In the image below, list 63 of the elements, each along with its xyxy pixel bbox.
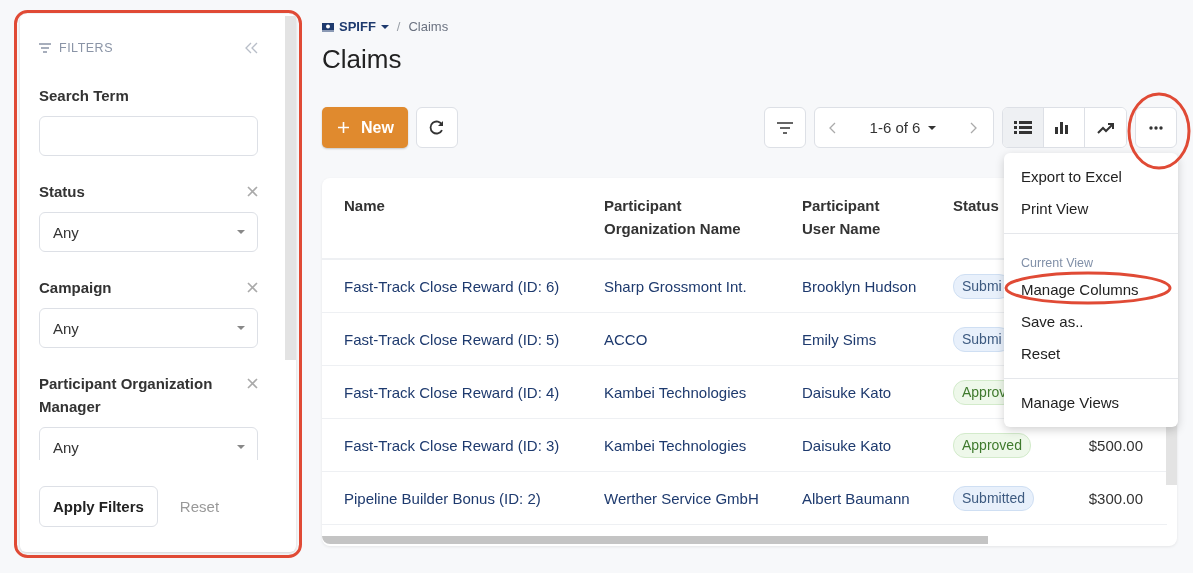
next-icon[interactable] <box>970 121 977 134</box>
page-title: Claims <box>322 43 403 75</box>
filter-label: Participant Organization Manager <box>39 374 214 417</box>
column-header: Name <box>322 178 604 259</box>
caret-icon <box>237 445 245 449</box>
column-header: Participant User Name <box>802 178 953 259</box>
claim-link[interactable]: Fast-Track Close Reward (ID: 3) <box>344 436 560 454</box>
collapse-icon[interactable] <box>245 42 258 54</box>
table-cell: ACCO <box>604 312 802 366</box>
caret-icon <box>237 230 245 234</box>
table-cell: Emily Sims <box>802 312 953 366</box>
breadcrumb-link[interactable]: SPIFF <box>339 19 376 34</box>
table-cell: Brooklyn Hudson <box>802 259 953 313</box>
select-value: Any <box>53 223 79 241</box>
claim-link[interactable]: Fast-Track Close Reward (ID: 4) <box>344 383 560 401</box>
filter-label: Search Term <box>39 86 129 106</box>
pagination-dropdown[interactable]: 1-6 of 6 <box>869 119 937 136</box>
table-cell: Albert Baumann <box>802 471 953 525</box>
select-value: Any <box>53 319 79 337</box>
select-field[interactable]: Any <box>39 427 258 460</box>
filters-title: FILTERS <box>59 41 113 55</box>
amount-cell: $300.00 <box>1088 489 1143 507</box>
table-cell: Werther Service GmbH <box>604 471 802 525</box>
filter-button[interactable] <box>764 107 806 148</box>
table-cell: Kambei Technologies <box>604 418 802 472</box>
select-field[interactable]: Any <box>39 212 258 252</box>
clear-icon[interactable] <box>247 282 258 293</box>
money-icon <box>322 21 334 32</box>
filter-icon <box>39 43 51 53</box>
status-badge: Approved <box>953 432 1031 458</box>
plus-icon <box>338 122 349 133</box>
filter-label: Status <box>39 182 85 202</box>
select-field[interactable]: Any <box>39 308 258 348</box>
status-badge: Submitted <box>953 485 1035 511</box>
apply-filters-button[interactable]: Apply Filters <box>39 486 158 527</box>
breadcrumb-current: Claims <box>408 19 449 34</box>
table-cell: Kambei Technologies <box>604 365 802 419</box>
view-toggle-button[interactable] <box>1003 108 1044 147</box>
table-cell: Sharp Grossmont Int. <box>604 259 802 313</box>
refresh-button[interactable] <box>415 107 458 148</box>
trend-icon <box>1096 120 1115 135</box>
filter-label: Campaign <box>39 278 112 298</box>
amount-cell: $500.00 <box>1088 436 1143 454</box>
column-header: Participant Organization Name <box>604 178 802 259</box>
table-cell: Daisuke Kato <box>802 365 953 419</box>
list-icon <box>1014 120 1032 135</box>
caret-icon <box>237 326 245 330</box>
search-field[interactable] <box>39 116 258 156</box>
caret-icon <box>928 125 937 130</box>
claim-link[interactable]: Fast-Track Close Reward (ID: 5) <box>344 330 560 348</box>
filter-icon <box>777 121 793 134</box>
previous-icon[interactable] <box>829 121 836 134</box>
caret-icon[interactable] <box>380 24 389 29</box>
table-cell: Daisuke Kato <box>802 418 953 472</box>
breadcrumb-separator: / <box>396 19 401 34</box>
clear-icon[interactable] <box>247 378 258 389</box>
clear-icon[interactable] <box>247 186 258 197</box>
more-button[interactable] <box>1135 107 1177 148</box>
claim-link[interactable]: Pipeline Builder Bonus (ID: 2) <box>344 489 541 507</box>
claim-link[interactable]: Fast-Track Close Reward (ID: 6) <box>344 277 560 295</box>
more-icon <box>1149 125 1163 130</box>
select-value: Any <box>53 438 79 456</box>
refresh-icon <box>429 120 445 135</box>
